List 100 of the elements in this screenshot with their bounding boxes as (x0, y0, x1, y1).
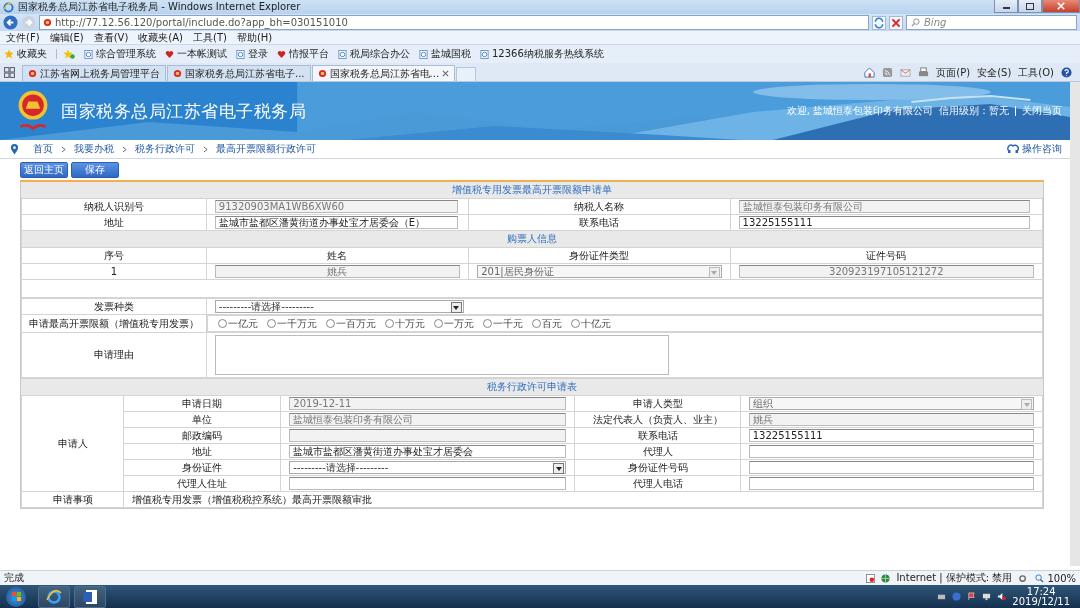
browser-tab[interactable]: 江苏省网上税务局管理平台 (22, 65, 166, 81)
mail-icon[interactable] (900, 67, 912, 78)
browser-logo-icon (3, 1, 14, 13)
breadcrumb-link[interactable]: 我要办税 (74, 142, 114, 156)
table-cell-text: 1 (109, 266, 119, 277)
quick-tabs-icon[interactable] (4, 67, 15, 78)
search-icon (911, 18, 920, 27)
stop-icon[interactable] (889, 15, 903, 30)
action-button[interactable]: 返回主页 (20, 162, 68, 178)
minimize-button[interactable] (994, 0, 1018, 13)
heart-icon (165, 49, 174, 59)
input-field[interactable]: 盐城市盐都区潘黄街道办事处宝才居委会 (289, 445, 567, 458)
radio-option[interactable]: 十万元 (384, 316, 425, 331)
restore-button[interactable] (1018, 0, 1042, 13)
breadcrumb-link[interactable]: 最高开票限额行政许可 (216, 142, 316, 156)
help-link[interactable]: 操作咨询 (1007, 142, 1062, 156)
clock[interactable]: 17:24 2019/12/11 (1012, 586, 1070, 607)
favorite-link[interactable]: 一本帐测试 (165, 47, 227, 61)
select-field[interactable]: ---------请选择--------- (214, 300, 464, 313)
breadcrumb-link[interactable]: 首页 (33, 142, 53, 156)
menu-item[interactable]: 编辑(E) (49, 31, 84, 44)
favorite-link[interactable]: 税局综合办公 (338, 47, 410, 61)
page-icon (480, 49, 489, 59)
field-label: 申请人 (21, 395, 124, 492)
flag-icon[interactable] (967, 592, 977, 601)
field-label: 申请日期 (123, 395, 281, 412)
page-icon (419, 49, 428, 59)
menu-item[interactable]: 帮助(H) (236, 31, 273, 44)
radio-option[interactable]: 百元 (531, 316, 562, 331)
field-label: 纳税人名称 (468, 198, 731, 215)
field-label: 申请理由 (21, 332, 207, 378)
add-favorite-icon[interactable] (56, 49, 75, 59)
input-field[interactable]: 13225155111 (738, 216, 1031, 229)
input-field[interactable]: 13225155111 (748, 429, 1034, 442)
browser-tab[interactable]: 国家税务总局江苏省电... (311, 65, 456, 81)
radio-option[interactable]: 十亿元 (570, 316, 611, 331)
page-icon (236, 49, 245, 59)
close-icon[interactable] (442, 70, 450, 77)
dropdown-arrow-icon (450, 302, 462, 313)
menu-item[interactable]: 文件(F) (6, 31, 40, 44)
input-field[interactable] (289, 477, 567, 490)
section-header: 税务行政许可申请表 (21, 378, 1043, 395)
refresh-icon[interactable] (872, 15, 886, 30)
search-field[interactable]: Bing (906, 15, 1077, 30)
radio-option[interactable]: 一百万元 (325, 316, 376, 331)
status-text: 完成 (4, 571, 24, 585)
radio-option[interactable]: 一万元 (433, 316, 474, 331)
location-pin-icon (10, 143, 19, 155)
command-menu[interactable]: 安全(S) (977, 65, 1012, 80)
command-menu[interactable]: 工具(O) (1018, 65, 1054, 80)
input-field[interactable]: 盐城市盐都区潘黄街道办事处宝才居委会（E） (214, 216, 459, 229)
favorite-link[interactable]: 登录 (236, 47, 268, 61)
star-icon (4, 49, 14, 59)
address-field[interactable]: http://77.12.56.120/portal/include.do?app_bh=030151010 (39, 15, 869, 30)
home-icon[interactable] (864, 67, 876, 78)
menu-item[interactable]: 工具(T) (193, 31, 227, 44)
input-field[interactable] (748, 445, 1034, 458)
site-title: 国家税务总局江苏省电子税务局 (61, 99, 306, 123)
network-icon[interactable] (982, 592, 992, 601)
browser-tab[interactable]: 国家税务总局江苏省电子... (167, 65, 311, 81)
action-button[interactable]: 保存 (71, 162, 119, 178)
favorite-link[interactable]: 12366纳税服务热线系统 (480, 47, 604, 61)
favorites-button[interactable]: 收藏夹 (4, 47, 47, 61)
dropdown-arrow-icon (708, 267, 720, 278)
taskbar-browser-icon[interactable] (38, 585, 70, 608)
chevron-icon (122, 145, 127, 153)
textarea-field[interactable] (214, 335, 669, 375)
dropdown-arrow-icon (553, 463, 565, 474)
select-field[interactable]: ---------请选择--------- (289, 461, 567, 474)
menu-item[interactable]: 查看(V) (93, 31, 129, 44)
radio-option[interactable]: 一千万元 (266, 316, 317, 331)
emblem-icon (317, 69, 327, 78)
field-value: 增值税专用发票（增值税税控系统）最高开票限额审批 (132, 492, 374, 507)
blocked-icon (866, 573, 876, 583)
menu-item[interactable]: 收藏夹(A) (138, 31, 183, 44)
print-icon[interactable] (918, 67, 930, 78)
close-button[interactable] (1042, 0, 1080, 13)
input-field[interactable] (748, 461, 1034, 474)
headset-icon (1007, 144, 1019, 154)
field-label: 发票种类 (21, 298, 207, 315)
taskbar-document-icon[interactable] (74, 585, 106, 608)
speaker-icon[interactable] (997, 592, 1007, 601)
favorite-link[interactable]: 盐城国税 (419, 47, 471, 61)
breadcrumb-link[interactable]: 税务行政许可 (135, 142, 195, 156)
favorite-link[interactable]: 综合管理系统 (84, 47, 156, 61)
page-icon (84, 49, 93, 59)
radio-option[interactable]: 一千元 (482, 316, 523, 331)
start-button[interactable] (6, 586, 26, 607)
help-icon[interactable] (1061, 67, 1072, 78)
radio-option[interactable]: 一亿元 (217, 316, 258, 331)
close-icon (1057, 2, 1065, 10)
chevron-icon (61, 145, 66, 153)
back-button[interactable] (3, 15, 18, 30)
command-menu[interactable]: 页面(P) (936, 65, 971, 80)
favorite-link[interactable]: 情报平台 (277, 47, 329, 61)
zoom-control[interactable]: 100% (1035, 572, 1076, 584)
chevron-icon (203, 145, 208, 153)
dropdown-arrow-icon (1021, 399, 1032, 410)
input-field[interactable] (748, 477, 1034, 490)
field-label: 纳税人识别号 (21, 198, 207, 215)
